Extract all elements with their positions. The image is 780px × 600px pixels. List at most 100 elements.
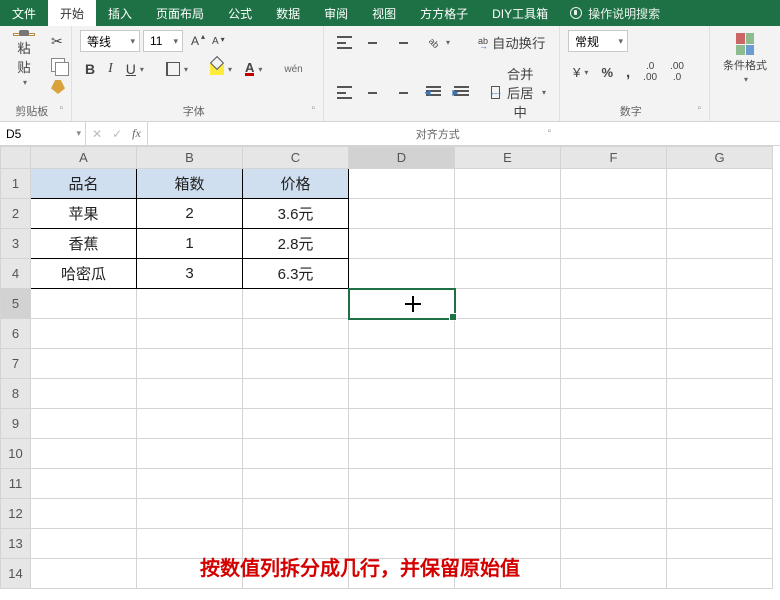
cell-C9[interactable] xyxy=(243,409,349,439)
cell-A7[interactable] xyxy=(31,349,137,379)
cell-F6[interactable] xyxy=(561,319,667,349)
row-header-13[interactable]: 13 xyxy=(1,529,31,559)
currency-button[interactable]: ¥ xyxy=(568,62,593,83)
name-box[interactable]: D5 xyxy=(0,122,86,145)
tab-home[interactable]: 开始 xyxy=(48,0,96,26)
fx-icon[interactable]: fx xyxy=(132,126,141,141)
cell-D3[interactable] xyxy=(349,229,455,259)
cell-F13[interactable] xyxy=(561,529,667,559)
tab-diy[interactable]: DIY工具箱 xyxy=(480,0,560,26)
border-button[interactable] xyxy=(161,59,193,79)
conditional-format-button[interactable]: 条件格式 xyxy=(718,30,772,90)
cell-C11[interactable] xyxy=(243,469,349,499)
phonetic-guide-button[interactable]: wén xyxy=(279,61,307,78)
row-header-10[interactable]: 10 xyxy=(1,439,31,469)
align-launcher[interactable]: ▫ xyxy=(547,126,551,137)
cell-A13[interactable] xyxy=(31,529,137,559)
cell-A4[interactable]: 哈密瓜 xyxy=(31,259,137,289)
tell-me-search[interactable]: 操作说明搜索 xyxy=(560,0,670,26)
font-face-select[interactable]: 等线 xyxy=(80,30,140,52)
increase-indent-button[interactable] xyxy=(449,83,474,102)
cell-F7[interactable] xyxy=(561,349,667,379)
number-launcher[interactable]: ▫ xyxy=(697,103,701,114)
cell-C7[interactable] xyxy=(243,349,349,379)
cell-F10[interactable] xyxy=(561,439,667,469)
cell-D2[interactable] xyxy=(349,199,455,229)
decrease-indent-button[interactable] xyxy=(421,83,446,102)
row-header-9[interactable]: 9 xyxy=(1,409,31,439)
tab-review[interactable]: 审阅 xyxy=(312,0,360,26)
italic-button[interactable]: I xyxy=(103,58,118,80)
align-right-button[interactable] xyxy=(388,83,413,102)
cell-C8[interactable] xyxy=(243,379,349,409)
tab-insert[interactable]: 插入 xyxy=(96,0,144,26)
cell-F3[interactable] xyxy=(561,229,667,259)
cell-E5[interactable] xyxy=(455,289,561,319)
select-all-corner[interactable] xyxy=(1,147,31,169)
cell-G9[interactable] xyxy=(667,409,773,439)
cell-G3[interactable] xyxy=(667,229,773,259)
copy-button[interactable] xyxy=(46,55,70,75)
decrease-font-button[interactable]: A xyxy=(207,33,224,50)
align-top-button[interactable] xyxy=(332,33,357,52)
cell-G6[interactable] xyxy=(667,319,773,349)
percent-button[interactable]: % xyxy=(596,62,618,83)
cell-G4[interactable] xyxy=(667,259,773,289)
cell-B9[interactable] xyxy=(137,409,243,439)
font-color-button[interactable]: A xyxy=(240,59,267,79)
cell-B5[interactable] xyxy=(137,289,243,319)
cell-D6[interactable] xyxy=(349,319,455,349)
row-header-2[interactable]: 2 xyxy=(1,199,31,229)
cell-E3[interactable] xyxy=(455,229,561,259)
align-middle-button[interactable] xyxy=(360,33,385,52)
row-header-14[interactable]: 14 xyxy=(1,559,31,589)
cell-A9[interactable] xyxy=(31,409,137,439)
col-header-A[interactable]: A xyxy=(31,147,137,169)
row-header-8[interactable]: 8 xyxy=(1,379,31,409)
col-header-C[interactable]: C xyxy=(243,147,349,169)
col-header-F[interactable]: F xyxy=(561,147,667,169)
cell-E8[interactable] xyxy=(455,379,561,409)
cell-D5[interactable] xyxy=(349,289,455,319)
tab-ffgz[interactable]: 方方格子 xyxy=(408,0,480,26)
cell-E9[interactable] xyxy=(455,409,561,439)
cell-E10[interactable] xyxy=(455,439,561,469)
cell-D7[interactable] xyxy=(349,349,455,379)
cell-E2[interactable] xyxy=(455,199,561,229)
cell-F2[interactable] xyxy=(561,199,667,229)
cell-A12[interactable] xyxy=(31,499,137,529)
cell-E12[interactable] xyxy=(455,499,561,529)
number-format-select[interactable]: 常规 xyxy=(568,30,628,52)
cell-G2[interactable] xyxy=(667,199,773,229)
align-bottom-button[interactable] xyxy=(388,33,413,52)
col-header-G[interactable]: G xyxy=(667,147,773,169)
cell-C3[interactable]: 2.8元 xyxy=(243,229,349,259)
cell-G12[interactable] xyxy=(667,499,773,529)
cell-E6[interactable] xyxy=(455,319,561,349)
cell-B4[interactable]: 3 xyxy=(137,259,243,289)
cell-C5[interactable] xyxy=(243,289,349,319)
row-header-3[interactable]: 3 xyxy=(1,229,31,259)
cell-C4[interactable]: 6.3元 xyxy=(243,259,349,289)
cell-A14[interactable] xyxy=(31,559,137,589)
cell-B2[interactable]: 2 xyxy=(137,199,243,229)
cell-D8[interactable] xyxy=(349,379,455,409)
cell-A3[interactable]: 香蕉 xyxy=(31,229,137,259)
col-header-B[interactable]: B xyxy=(137,147,243,169)
cell-G8[interactable] xyxy=(667,379,773,409)
cell-F11[interactable] xyxy=(561,469,667,499)
cell-A1[interactable]: 品名 xyxy=(31,169,137,199)
cancel-formula-button[interactable]: ✕ xyxy=(92,127,102,141)
cell-G5[interactable] xyxy=(667,289,773,319)
cell-B12[interactable] xyxy=(137,499,243,529)
cell-F4[interactable] xyxy=(561,259,667,289)
cell-B3[interactable]: 1 xyxy=(137,229,243,259)
tab-file[interactable]: 文件 xyxy=(0,0,48,26)
fill-color-button[interactable] xyxy=(205,60,237,78)
col-header-E[interactable]: E xyxy=(455,147,561,169)
cell-D4[interactable] xyxy=(349,259,455,289)
cell-C12[interactable] xyxy=(243,499,349,529)
cell-B10[interactable] xyxy=(137,439,243,469)
cell-F5[interactable] xyxy=(561,289,667,319)
orientation-button[interactable] xyxy=(423,33,455,53)
